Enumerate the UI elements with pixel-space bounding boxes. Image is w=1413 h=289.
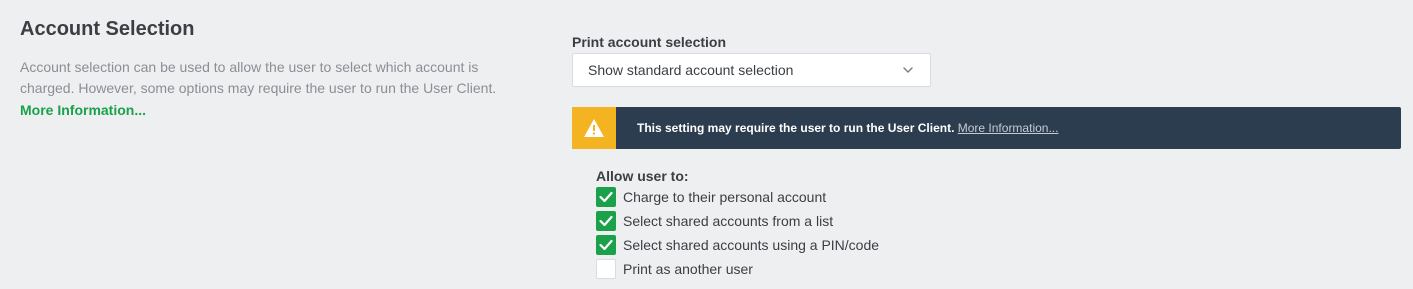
option-label: Charge to their personal account (623, 189, 827, 205)
settings-panel: Print account selection Show standard ac… (572, 32, 1402, 281)
section-info: Account Selection Account selection can … (20, 14, 520, 121)
option-select-shared-from-list[interactable]: Select shared accounts from a list (596, 209, 1402, 233)
checkbox[interactable] (596, 187, 616, 207)
option-charge-personal-account[interactable]: Charge to their personal account (596, 185, 1402, 209)
print-account-selection-label: Print account selection (572, 34, 727, 50)
warning-icon (584, 119, 604, 137)
checkbox[interactable] (596, 259, 616, 279)
option-label: Print as another user (623, 261, 753, 277)
checkmark-icon (599, 215, 613, 227)
option-label: Select shared accounts using a PIN/code (623, 237, 880, 253)
allow-user-label: Allow user to: (596, 168, 689, 184)
checkmark-icon (599, 191, 613, 203)
option-select-shared-using-pin[interactable]: Select shared accounts using a PIN/code (596, 233, 1402, 257)
option-print-as-another-user[interactable]: Print as another user (596, 257, 1402, 281)
dropdown-selected-value: Show standard account selection (588, 62, 794, 78)
warning-icon-box (572, 107, 616, 149)
allow-user-options: Allow user to: Charge to their personal … (596, 167, 1402, 281)
section-title: Account Selection (20, 18, 195, 40)
warning-text: This setting may require the user to run… (637, 121, 955, 135)
chevron-down-icon (903, 67, 913, 73)
option-label: Select shared accounts from a list (623, 213, 834, 229)
warning-banner: This setting may require the user to run… (572, 107, 1401, 149)
section-description: Account selection can be used to allow t… (20, 59, 497, 96)
print-account-selection-dropdown[interactable]: Show standard account selection (572, 53, 931, 87)
checkbox[interactable] (596, 235, 616, 255)
more-information-link[interactable]: More Information... (20, 99, 146, 121)
warning-more-information-link[interactable]: More Information... (958, 121, 1059, 135)
checkbox[interactable] (596, 211, 616, 231)
warning-message: This setting may require the user to run… (637, 121, 1058, 135)
checkmark-icon (599, 239, 613, 251)
